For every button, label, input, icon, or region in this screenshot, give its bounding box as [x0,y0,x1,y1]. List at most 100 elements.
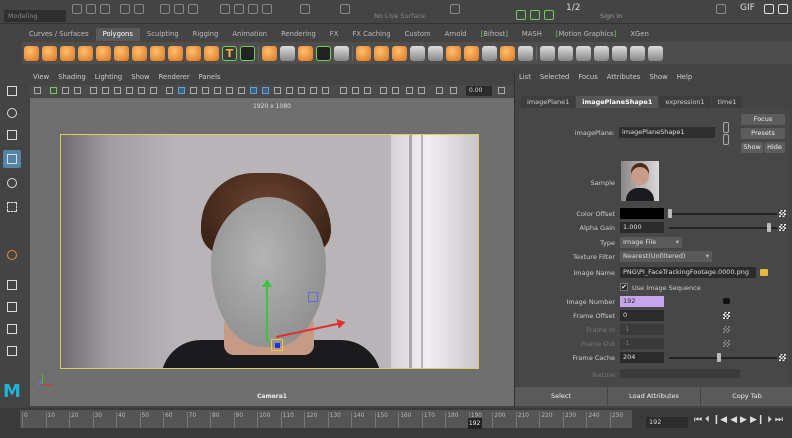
gate-mask-icon[interactable] [126,87,133,94]
save-scene-icon[interactable] [100,4,110,14]
color-offset-slider[interactable] [669,213,777,215]
poly-pyramid-icon[interactable] [168,45,183,61]
lasso-tool[interactable] [3,104,21,122]
separate-icon[interactable] [280,45,295,61]
texture-filter-dropdown[interactable]: Nearest(Unfiltered) [620,251,712,262]
load-attributes-button[interactable]: Load Attributes [608,387,700,406]
tab-time1[interactable]: time1 [711,96,743,108]
frame-cache-slider[interactable] [669,357,777,359]
gamma-icon[interactable] [352,87,359,94]
symmetry-icon[interactable] [450,4,460,14]
play-backward-icon[interactable]: ◀ [730,415,737,425]
tab-mash[interactable]: MASH [515,28,549,41]
shadows-icon[interactable] [238,87,245,94]
select-hierarchy-icon[interactable] [160,4,170,14]
z-axis-handle[interactable] [308,292,318,302]
snap-curve-icon[interactable] [234,4,244,14]
checker-icon[interactable] [648,45,663,61]
camera-attr-icon[interactable] [50,87,57,94]
tab-expression1[interactable]: expression1 [659,96,711,108]
map-button-icon[interactable] [723,312,730,319]
image-plane-icon[interactable] [74,87,81,94]
grid-icon[interactable] [90,87,97,94]
isolate-select-icon[interactable] [274,87,281,94]
wireframe-icon[interactable] [166,87,173,94]
slider-knob[interactable] [717,353,721,362]
last-tool[interactable] [3,246,21,264]
extrude-icon[interactable] [356,45,371,61]
history-icon[interactable] [300,4,310,14]
map-button-icon[interactable] [779,354,786,361]
mode-selector[interactable]: Modeling [4,10,66,22]
sign-in-link[interactable]: Sign In [600,12,622,20]
image-name-field[interactable]: PNG\PI_FaceTrackingFootage.0000.png [620,267,756,278]
layout-four[interactable] [3,298,21,316]
menu-attributes[interactable]: Attributes [607,73,641,81]
alpha-gain-field[interactable]: 1.000 [620,222,664,233]
paint-select-tool[interactable] [3,126,21,144]
render-icon[interactable] [340,4,350,14]
move-manipulator-center[interactable] [271,339,283,351]
quad-draw-icon[interactable] [500,45,515,61]
bridge-icon[interactable] [374,45,389,61]
menu-show[interactable]: Show [649,73,667,81]
anti-alias-icon[interactable] [310,87,317,94]
type-dropdown[interactable]: Image File [620,237,682,248]
xray-icon[interactable] [250,87,257,94]
live-surface-label[interactable]: No Live Surface [374,12,425,20]
menu-view[interactable]: View [33,73,49,85]
target-weld-icon[interactable] [464,45,479,61]
snap-view-icon[interactable] [262,4,272,14]
node-name-field[interactable]: imagePlaneShape1 [619,127,715,138]
menu-help[interactable]: Help [677,73,693,81]
hud-icon[interactable] [380,87,387,94]
color-space-icon[interactable] [450,87,457,94]
time-ruler[interactable]: 0 10 20 30 40 50 60 70 80 90 100 110 120 130 140 150 160… [20,410,632,429]
tab-xgen[interactable]: XGen [623,28,655,41]
field-chart-icon[interactable] [138,87,145,94]
bookmark-icon[interactable] [62,87,69,94]
hypershade-icon[interactable] [406,87,413,94]
frame-cache-field[interactable]: 204 [620,352,664,363]
map-button-icon[interactable] [779,210,786,217]
poly-torus-icon[interactable] [96,45,111,61]
copy-tab-button[interactable]: Copy Tab [701,387,792,406]
poly-sphere-icon[interactable] [24,45,39,61]
exposure-icon[interactable] [340,87,347,94]
lights-icon[interactable] [226,87,233,94]
undo-icon[interactable] [120,4,130,14]
keyframe-icon[interactable] [723,298,730,304]
poly-cone-icon[interactable] [78,45,93,61]
menu-shading[interactable]: Shading [58,73,86,85]
poly-pipe-icon[interactable] [186,45,201,61]
menu-panels[interactable]: Panels [199,73,221,85]
motion-blur-icon[interactable] [298,87,305,94]
move-tool[interactable] [3,150,21,168]
go-to-end-icon[interactable]: ⏭ [775,415,783,425]
tab-motion-graphics[interactable]: Motion Graphics [549,28,624,41]
face-mesh[interactable] [211,197,326,347]
menu-lighting[interactable]: Lighting [95,73,122,85]
poly-svg-icon[interactable] [240,45,255,61]
settings-icon[interactable] [764,4,774,14]
resolution-gate-icon[interactable] [114,87,121,94]
tab-animation[interactable]: Animation [225,28,274,41]
output-connections-icon[interactable] [723,134,729,145]
toggle-panel-icon[interactable] [516,10,526,20]
camera-map-icon[interactable] [630,45,645,61]
boolean-icon[interactable] [316,45,331,61]
input-connections-icon[interactable] [723,122,729,133]
edge-loop-icon[interactable] [518,45,533,61]
multi-cut-icon[interactable] [446,45,461,61]
poly-platonic-icon[interactable] [150,45,165,61]
select-button[interactable]: Select [515,387,607,406]
uv-editor-icon[interactable] [540,45,555,61]
tab-fx[interactable]: FX [323,28,346,41]
ambient-occlusion-icon[interactable] [286,87,293,94]
connect-icon[interactable] [482,45,497,61]
render-view-icon[interactable] [418,87,425,94]
smooth-shade-icon[interactable] [178,87,185,94]
cylindrical-map-icon[interactable] [576,45,591,61]
record-icon[interactable] [716,4,726,14]
tab-curves-surfaces[interactable]: Curves / Surfaces [22,28,96,41]
